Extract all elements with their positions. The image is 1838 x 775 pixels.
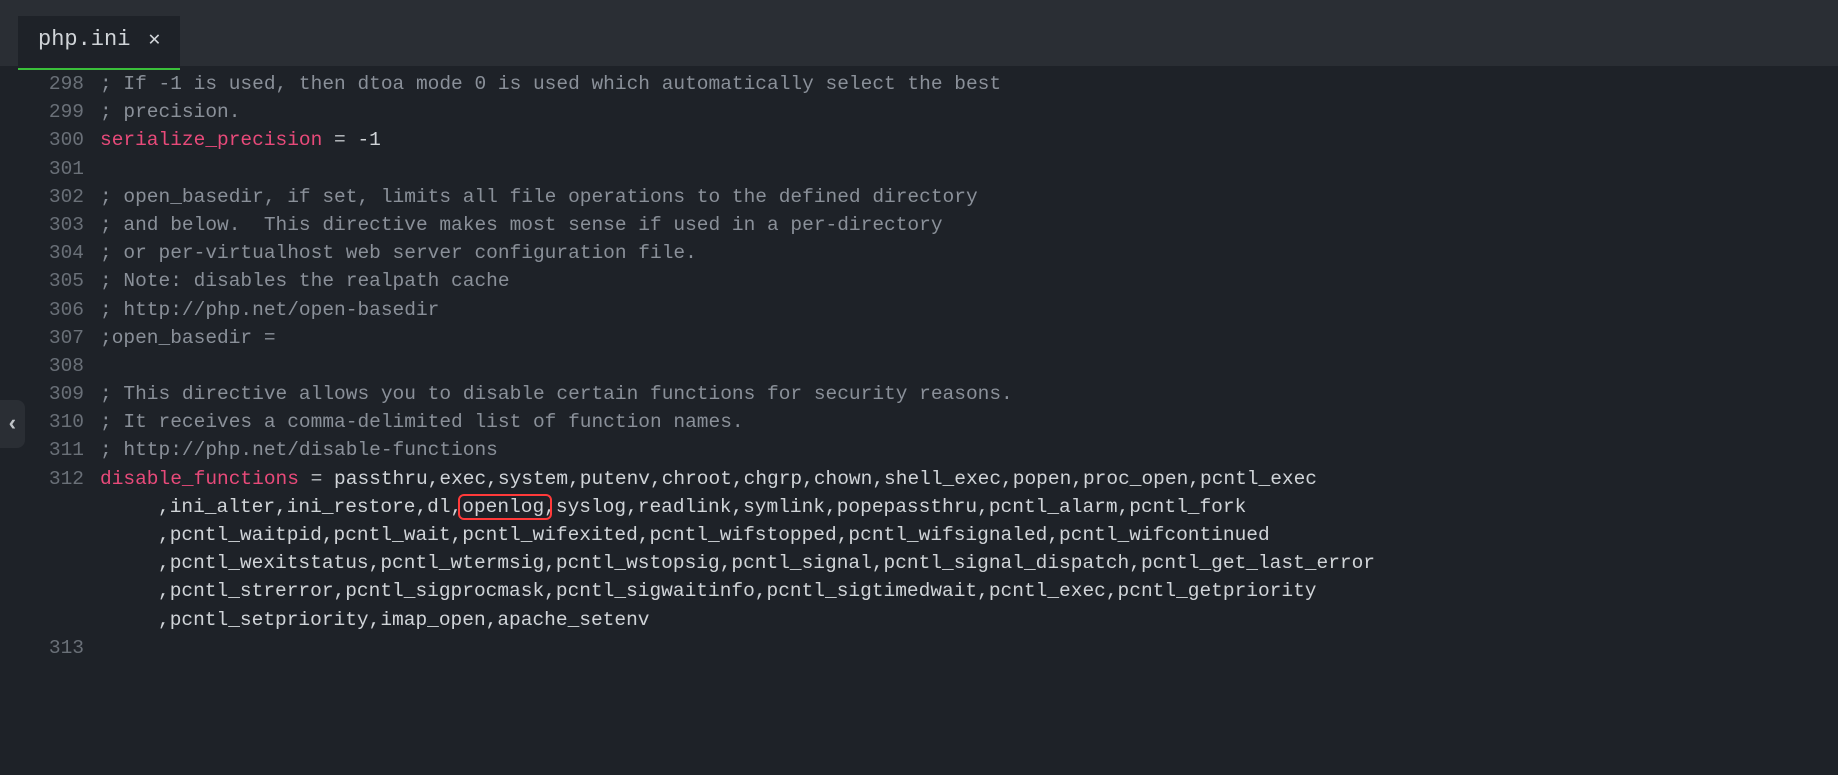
code-line[interactable]: ,ini_alter,ini_restore,dl,openlog,syslog… xyxy=(0,493,1838,521)
editor-tab[interactable]: php.ini ✕ xyxy=(18,16,180,70)
line-number: 301 xyxy=(0,155,100,183)
tab-filename: php.ini xyxy=(38,27,130,52)
code-line[interactable]: ,pcntl_setpriority,imap_open,apache_sete… xyxy=(0,606,1838,634)
line-number: 308 xyxy=(0,352,100,380)
line-number: 312 xyxy=(0,465,100,493)
line-number: 300 xyxy=(0,126,100,154)
sidebar-toggle[interactable]: ‹ xyxy=(0,400,25,448)
line-number: 306 xyxy=(0,296,100,324)
line-number: 299 xyxy=(0,98,100,126)
code-content: serialize_precision = -1 xyxy=(100,126,1838,154)
code-line[interactable]: 305; Note: disables the realpath cache xyxy=(0,267,1838,295)
code-line[interactable]: 301 xyxy=(0,155,1838,183)
code-content: ; precision. xyxy=(100,98,1838,126)
code-line[interactable]: 312disable_functions = passthru,exec,sys… xyxy=(0,465,1838,493)
code-line[interactable]: 300serialize_precision = -1 xyxy=(0,126,1838,154)
code-content: ; Note: disables the realpath cache xyxy=(100,267,1838,295)
code-content: ; It receives a comma-delimited list of … xyxy=(100,408,1838,436)
code-content: disable_functions = passthru,exec,system… xyxy=(100,465,1838,493)
tab-bar: php.ini ✕ xyxy=(0,0,1838,66)
code-line[interactable]: 299; precision. xyxy=(0,98,1838,126)
code-content: ; http://php.net/open-basedir xyxy=(100,296,1838,324)
code-line[interactable]: ,pcntl_wexitstatus,pcntl_wtermsig,pcntl_… xyxy=(0,549,1838,577)
code-content: ; open_basedir, if set, limits all file … xyxy=(100,183,1838,211)
line-number: 298 xyxy=(0,70,100,98)
code-line[interactable]: 306; http://php.net/open-basedir xyxy=(0,296,1838,324)
code-line[interactable]: 311; http://php.net/disable-functions xyxy=(0,436,1838,464)
line-number: 307 xyxy=(0,324,100,352)
code-content: ; If -1 is used, then dtoa mode 0 is use… xyxy=(100,70,1838,98)
code-content: ,pcntl_waitpid,pcntl_wait,pcntl_wifexite… xyxy=(100,521,1838,549)
line-number: 302 xyxy=(0,183,100,211)
code-line[interactable]: 313 xyxy=(0,634,1838,662)
code-content: ;open_basedir = xyxy=(100,324,1838,352)
code-content: ,ini_alter,ini_restore,dl,openlog,syslog… xyxy=(100,493,1838,521)
code-line[interactable]: ,pcntl_waitpid,pcntl_wait,pcntl_wifexite… xyxy=(0,521,1838,549)
code-line[interactable]: 304; or per-virtualhost web server confi… xyxy=(0,239,1838,267)
line-number: 303 xyxy=(0,211,100,239)
line-number: 313 xyxy=(0,634,100,662)
code-content: ; http://php.net/disable-functions xyxy=(100,436,1838,464)
code-content: ; This directive allows you to disable c… xyxy=(100,380,1838,408)
code-line[interactable]: 302; open_basedir, if set, limits all fi… xyxy=(0,183,1838,211)
code-content: ,pcntl_wexitstatus,pcntl_wtermsig,pcntl_… xyxy=(100,549,1838,577)
code-line[interactable]: 308 xyxy=(0,352,1838,380)
chevron-left-icon: ‹ xyxy=(6,412,19,437)
close-icon[interactable]: ✕ xyxy=(148,26,160,52)
code-line[interactable]: 310; It receives a comma-delimited list … xyxy=(0,408,1838,436)
code-line[interactable]: 309; This directive allows you to disabl… xyxy=(0,380,1838,408)
code-content: ; or per-virtualhost web server configur… xyxy=(100,239,1838,267)
code-editor[interactable]: 298; If -1 is used, then dtoa mode 0 is … xyxy=(0,66,1838,662)
code-line[interactable]: ,pcntl_strerror,pcntl_sigprocmask,pcntl_… xyxy=(0,577,1838,605)
line-number: 305 xyxy=(0,267,100,295)
code-line[interactable]: 303; and below. This directive makes mos… xyxy=(0,211,1838,239)
code-line[interactable]: 307;open_basedir = xyxy=(0,324,1838,352)
line-number: 304 xyxy=(0,239,100,267)
code-line[interactable]: 298; If -1 is used, then dtoa mode 0 is … xyxy=(0,70,1838,98)
code-content: ,pcntl_strerror,pcntl_sigprocmask,pcntl_… xyxy=(100,577,1838,605)
code-content: ; and below. This directive makes most s… xyxy=(100,211,1838,239)
code-content: ,pcntl_setpriority,imap_open,apache_sete… xyxy=(100,606,1838,634)
